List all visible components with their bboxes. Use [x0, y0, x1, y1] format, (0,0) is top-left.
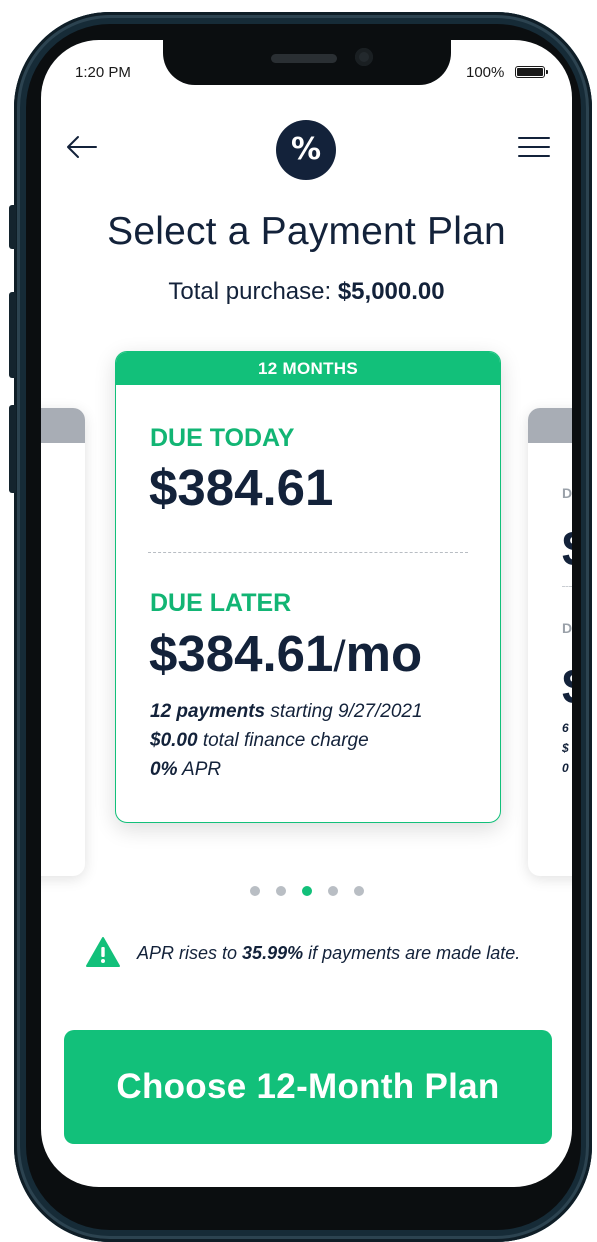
apr-label: APR	[182, 759, 222, 780]
speaker-grille	[271, 54, 337, 63]
finance-line: $0.00 total finance charge	[150, 726, 423, 755]
due-later-amount-row: $384.61/mo	[149, 624, 422, 683]
peek-later-amount: $	[562, 658, 572, 716]
hamburger-menu-icon	[518, 137, 550, 157]
total-purchase-value: $5,000.00	[337, 278, 445, 305]
plan-terms: 12 payments starting 9/27/2021 $0.00 tot…	[150, 697, 423, 784]
notch	[163, 40, 451, 85]
payments-start: starting 9/27/2021	[270, 701, 423, 722]
phone-screen: 1:20 PM 100% % Select a Payment Plan Tot…	[41, 40, 572, 1187]
battery-percentage: 100%	[466, 64, 505, 81]
peek-due-later: D	[562, 620, 572, 636]
silent-switch	[9, 205, 16, 249]
carousel-dot-active[interactable]	[301, 886, 312, 896]
plan-card-header	[528, 408, 572, 443]
back-button[interactable]	[65, 132, 99, 162]
carousel-dot[interactable]	[275, 886, 286, 896]
arrow-left-icon	[67, 136, 97, 158]
finance-label: total finance charge	[202, 730, 369, 751]
page-title: Select a Payment Plan	[107, 210, 506, 253]
payments-line: 12 payments starting 9/27/2021	[150, 697, 423, 726]
warning-text: APR rises to 35.99% if payments are made…	[137, 943, 521, 963]
plan-card-12-months[interactable]: 12 MONTHS DUE TODAY $384.61 DUE LATER $3…	[115, 351, 501, 823]
late-payment-warning: APR rises to 35.99% if payments are made…	[85, 936, 555, 972]
plan-card-header	[41, 408, 85, 443]
volume-down-button	[9, 405, 16, 493]
due-later-amount: $384.61	[149, 625, 334, 682]
front-camera	[355, 48, 373, 66]
plan-card-previous[interactable]	[41, 408, 85, 876]
choose-plan-button[interactable]: Choose 12-Month Plan	[64, 1030, 552, 1144]
total-purchase: Total purchase: $5,000.00	[41, 278, 572, 306]
total-purchase-label: Total purchase:	[168, 278, 332, 305]
warning-triangle-icon	[86, 937, 120, 967]
peek-due-today: D	[562, 485, 572, 501]
carousel-dot[interactable]	[249, 886, 260, 896]
battery-icon	[515, 66, 548, 78]
apr-value: 0%	[150, 759, 178, 780]
plan-card-next[interactable]: D $ D $ 6 $ 0	[528, 408, 572, 876]
payments-count: 12 payments	[150, 701, 266, 722]
card-divider	[148, 552, 468, 553]
finance-amount: $0.00	[150, 730, 198, 751]
carousel-pagination	[41, 883, 572, 901]
peek-terms: 6 $ 0	[562, 721, 569, 775]
carousel-dot[interactable]	[353, 886, 364, 896]
carousel-dot[interactable]	[327, 886, 338, 896]
per-slash: /	[333, 632, 346, 681]
brand-logo: %	[276, 120, 336, 180]
volume-up-button	[9, 292, 16, 378]
due-later-unit: mo	[345, 625, 423, 682]
due-today-amount: $384.61	[149, 459, 334, 516]
due-today-label: DUE TODAY	[150, 424, 295, 452]
plan-term-label: 12 MONTHS	[116, 352, 500, 385]
due-later-label: DUE LATER	[150, 589, 292, 617]
menu-button[interactable]	[517, 134, 551, 160]
peek-amount: $	[562, 520, 572, 578]
status-time: 1:20 PM	[75, 64, 131, 81]
late-apr-rate: 35.99%	[242, 943, 304, 963]
apr-line: 0% APR	[150, 755, 423, 784]
card-divider	[562, 586, 572, 587]
